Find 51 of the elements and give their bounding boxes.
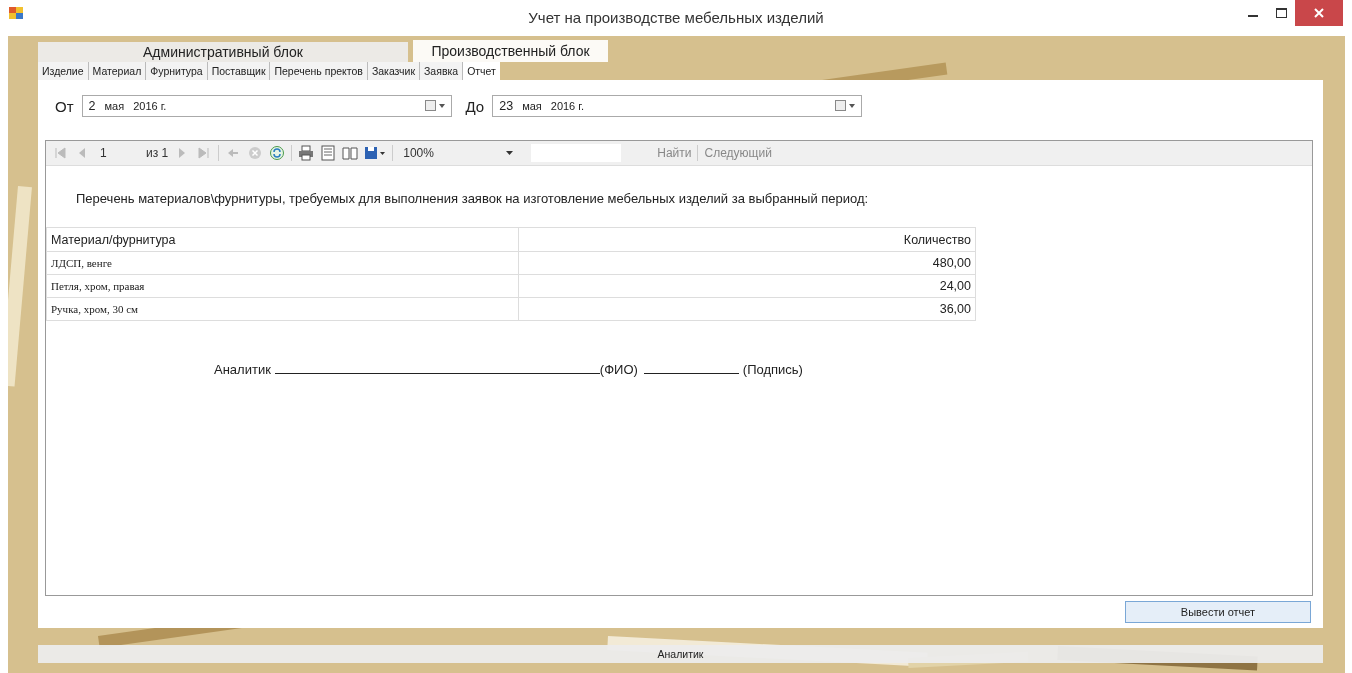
window-title: Учет на производстве мебельных изделий (528, 9, 824, 26)
date-label: До (465, 97, 485, 115)
report-heading: Перечень материалов\фурнитуры, требуемых для выполнения заявок на изготовление мебельных изделий за выбранный период: (76, 191, 870, 206)
column-header: Количество (518, 227, 976, 252)
page-total: из 1 (146, 146, 169, 160)
print-icon[interactable] (298, 145, 315, 161)
table-cell: Петля, хром, правая (46, 274, 519, 298)
date-month: мая (522, 100, 542, 112)
close-button[interactable] (1295, 0, 1343, 26)
refresh-icon[interactable] (269, 145, 286, 161)
date-picker[interactable]: 23 мая 2016 г. (492, 95, 863, 117)
status-bar: Аналитик (38, 645, 1323, 663)
section-tab[interactable]: Производственный блок (413, 40, 608, 62)
book-icon[interactable] (342, 145, 359, 161)
tab[interactable]: Поставщик (207, 62, 271, 80)
page-layout-icon[interactable] (320, 145, 337, 161)
tab[interactable]: Фурнитура (146, 62, 208, 80)
zoom-value: 100% (403, 146, 434, 160)
section-tab[interactable]: Административный блок (38, 42, 408, 62)
signature-role: Аналитик (214, 362, 271, 377)
date-month: мая (104, 100, 125, 112)
signature-sign-hint: (Подпись) (742, 362, 803, 377)
date-day: 2 (88, 99, 96, 113)
table-cell: 24,00 (518, 274, 976, 298)
date-picker[interactable]: 2 мая 2016 г. (81, 95, 452, 117)
print-report-button[interactable]: Вывести отчет (1125, 601, 1311, 623)
close-icon[interactable] (1314, 8, 1324, 18)
maximize-icon[interactable] (1275, 8, 1287, 18)
table-cell: 36,00 (518, 297, 976, 321)
table-cell: 480,00 (518, 251, 976, 275)
dropdown-arrow-icon[interactable] (506, 151, 514, 155)
tab[interactable]: Материал (88, 62, 147, 80)
page-field[interactable]: 1 (96, 146, 140, 160)
zoom-dropdown[interactable]: 100% (399, 146, 518, 160)
save-icon[interactable] (364, 145, 387, 161)
date-year: 2016 г. (550, 100, 585, 112)
column-header: Материал/фурнитура (46, 227, 519, 252)
date-year: 2016 г. (133, 100, 167, 112)
date-label: От (55, 97, 74, 115)
tab[interactable]: Изделие (38, 62, 89, 80)
table-cell: Ручка, хром, 30 см (46, 297, 519, 321)
calendar-dropdown-icon[interactable] (835, 100, 856, 112)
tab[interactable]: Заявка (420, 62, 464, 80)
calendar-dropdown-icon[interactable] (424, 100, 445, 112)
app-icon (9, 7, 23, 19)
date-day: 23 (499, 99, 514, 113)
tab[interactable]: Отчет (463, 62, 500, 80)
tab[interactable]: Заказчик (367, 62, 420, 80)
tab[interactable]: Перечень пректов (270, 62, 368, 80)
signature-name-hint: (ФИО) (599, 362, 638, 377)
table-cell: ЛДСП, венге (46, 251, 519, 275)
